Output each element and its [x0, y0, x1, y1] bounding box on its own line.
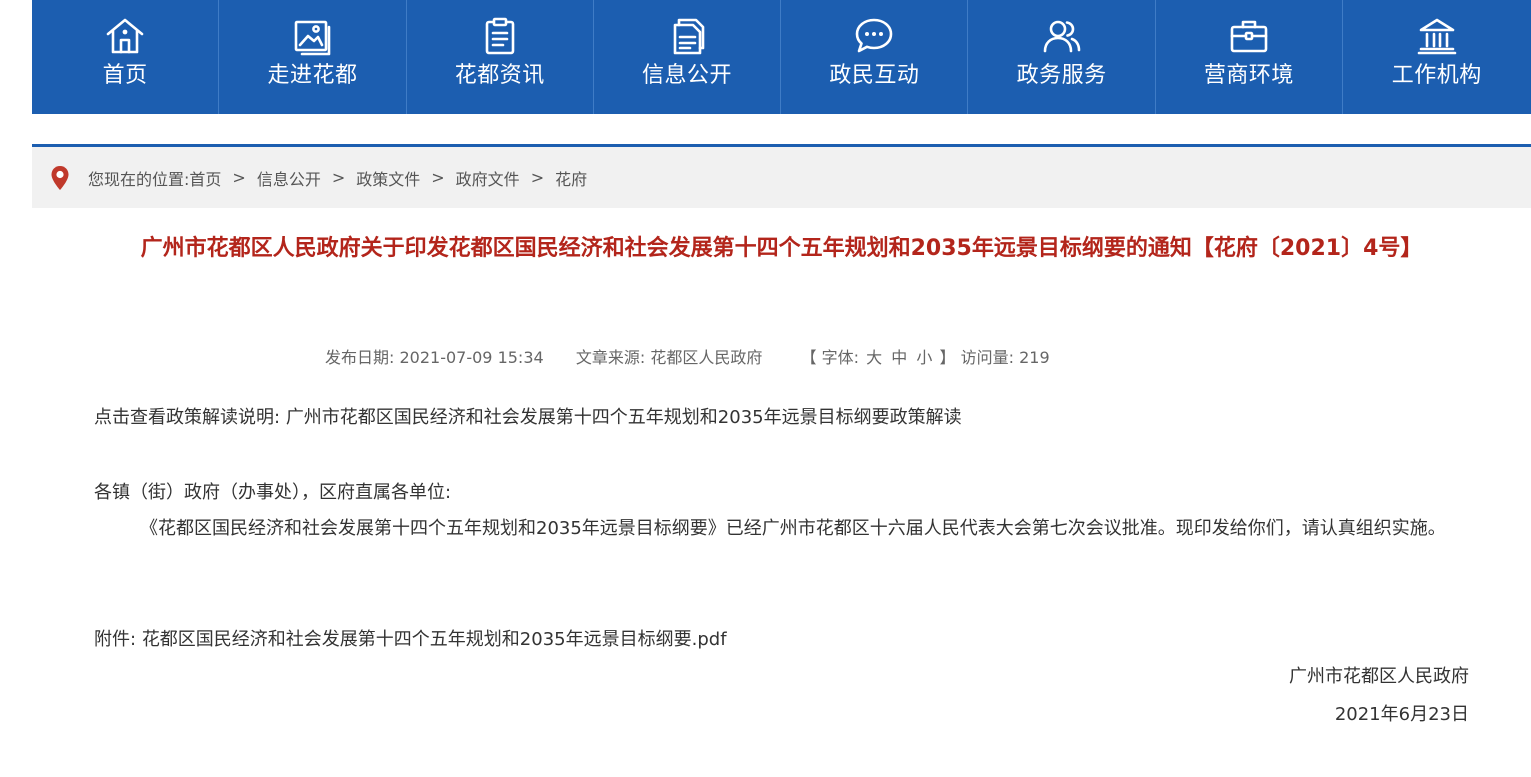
visits-label: 访问量: — [960, 348, 1014, 367]
article-title: 广州市花都区人民政府关于印发花都区国民经济和社会发展第十四个五年规划和2035年… — [140, 236, 1423, 261]
breadcrumb-item-home[interactable]: 首页 — [189, 166, 221, 190]
nav-label: 信息公开 — [642, 63, 733, 88]
nav-label: 营商环境 — [1203, 63, 1294, 88]
font-size-small-button[interactable]: 小 — [916, 345, 932, 371]
breadcrumb-item-policy-documents[interactable]: 政策文件 — [356, 166, 420, 190]
breadcrumb-separator: > — [331, 168, 346, 187]
source-label: 文章来源: — [575, 348, 646, 367]
briefcase-icon — [1228, 15, 1270, 57]
breadcrumb-item-information-disclosure[interactable]: 信息公开 — [257, 166, 321, 190]
policy-interpretation: 点击查看政策解读说明: 广州市花都区国民经济和社会发展第十四个五年规划和2035… — [94, 403, 962, 433]
attachment-link[interactable]: 花都区国民经济和社会发展第十四个五年规划和2035年远景目标纲要.pdf — [142, 629, 727, 650]
attachment-label: 附件: — [94, 629, 137, 650]
nav-label: 政民互动 — [829, 63, 920, 88]
interpretation-label: 点击查看政策解读说明: — [94, 407, 281, 428]
nav-item-work-agencies[interactable]: 工作机构 — [1343, 0, 1530, 114]
nav-label: 工作机构 — [1391, 63, 1482, 88]
sign-date: 2021年6月23日 — [1334, 704, 1469, 725]
salutation: 各镇（街）政府（办事处），区府直属各单位: — [94, 482, 452, 503]
nav-item-home[interactable]: 首页 — [32, 0, 220, 114]
source-value: 花都区人民政府 — [650, 348, 763, 367]
breadcrumb-item-government-documents[interactable]: 政府文件 — [456, 166, 520, 190]
nav-item-about-huadu[interactable]: 走进花都 — [219, 0, 407, 114]
nav-label: 政务服务 — [1016, 63, 1107, 88]
breadcrumb-prefix: 您现在的位置: — [88, 169, 190, 189]
visits-count: 219 — [1019, 348, 1050, 367]
article-meta: 发布日期: 2021-07-09 15:34 文章来源: 花都区人民政府 【 字… — [325, 345, 1050, 371]
interpretation-link[interactable]: 广州市花都区国民经济和社会发展第十四个五年规划和2035年远景目标纲要政策解读 — [286, 407, 962, 428]
chat-bubble-icon — [853, 15, 895, 57]
publish-date: 2021-07-09 15:34 — [399, 348, 544, 367]
breadcrumb-separator: > — [232, 168, 246, 187]
signature: 广州市花都区人民政府 — [1289, 666, 1469, 687]
breadcrumb: 您现在的位置: 首页 > 信息公开 > 政策文件 > 政府文件 > 花府 — [32, 147, 1531, 208]
document-icon — [666, 15, 708, 57]
picture-icon — [291, 15, 333, 57]
font-size-label: 【 字体: — [800, 348, 860, 367]
nav-item-business-environment[interactable]: 营商环境 — [1156, 0, 1344, 114]
nav-label: 花都资讯 — [454, 63, 545, 88]
nav-label: 首页 — [102, 63, 148, 88]
publish-date-label: 发布日期: — [325, 348, 395, 367]
nav-item-public-interaction[interactable]: 政民互动 — [781, 0, 969, 114]
breadcrumb-separator: > — [530, 168, 545, 187]
attachment: 附件: 花都区国民经济和社会发展第十四个五年规划和2035年远景目标纲要.pdf — [94, 625, 727, 655]
main-navigation: 首页 走进花都 花都资讯 信息公开 政民互动 政务服务 营商环境 工作机构 — [32, 0, 1531, 114]
breadcrumb-separator: > — [431, 168, 445, 187]
government-building-icon — [1416, 15, 1458, 57]
body-paragraph: 《花都区国民经济和社会发展第十四个五年规划和2035年远景目标纲要》已经广州市花… — [140, 518, 1446, 539]
font-size-large-button[interactable]: 大 — [866, 345, 882, 371]
font-size-close: 】 — [939, 348, 956, 367]
nav-label: 走进花都 — [267, 63, 358, 88]
nav-item-huadu-news[interactable]: 花都资讯 — [407, 0, 594, 114]
font-size-medium-button[interactable]: 中 — [891, 345, 907, 371]
clipboard-icon — [479, 15, 521, 57]
home-icon — [104, 15, 146, 57]
location-pin-icon — [50, 165, 70, 191]
users-icon — [1041, 15, 1083, 57]
nav-item-information-disclosure[interactable]: 信息公开 — [594, 0, 782, 114]
nav-item-government-services[interactable]: 政务服务 — [968, 0, 1156, 114]
breadcrumb-item-huafu[interactable]: 花府 — [555, 166, 587, 190]
